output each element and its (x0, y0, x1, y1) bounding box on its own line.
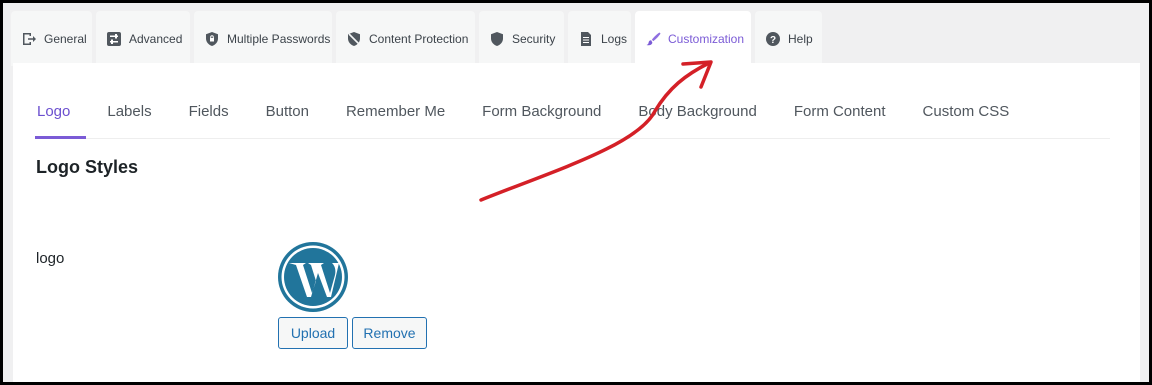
subtab-labels[interactable]: Labels (107, 93, 151, 139)
remove-button[interactable]: Remove (352, 317, 427, 349)
tab-content-protection-label: Content Protection (369, 31, 469, 46)
tab-logs[interactable]: Logs (568, 11, 631, 66)
customization-panel: Logo Labels Fields Button Remember Me Fo… (13, 63, 1140, 382)
upload-button[interactable]: Upload (278, 317, 348, 349)
tab-multiple-passwords[interactable]: Multiple Passwords (194, 11, 332, 66)
sub-tabs: Logo Labels Fields Button Remember Me Fo… (35, 93, 1110, 139)
tab-general[interactable]: General (11, 11, 92, 66)
screenshot-frame: General Advanced Multiple Passwords Cont… (0, 0, 1152, 385)
section-title: Logo Styles (36, 157, 139, 177)
tab-help-label: Help (788, 31, 813, 46)
tab-content-protection[interactable]: Content Protection (336, 11, 475, 66)
top-tabs: General Advanced Multiple Passwords Cont… (11, 11, 822, 67)
subtab-form-background[interactable]: Form Background (482, 93, 601, 139)
subtab-form-content[interactable]: Form Content (794, 93, 886, 139)
subtab-logo[interactable]: Logo (35, 93, 87, 139)
tab-security[interactable]: Security (479, 11, 564, 66)
logo-preview (277, 241, 349, 313)
tab-security-label: Security (512, 31, 556, 46)
subtab-button[interactable]: Button (266, 93, 309, 139)
tab-logs-label: Logs (601, 31, 628, 46)
brush-icon (645, 31, 661, 47)
tab-advanced[interactable]: Advanced (96, 11, 190, 66)
tab-multiple-passwords-label: Multiple Passwords (227, 31, 331, 46)
shield-slash-icon (346, 31, 362, 47)
exit-icon (21, 31, 37, 47)
question-icon: ? (765, 31, 781, 47)
tab-general-label: General (44, 31, 87, 46)
tab-customization-label: Customization (668, 31, 745, 46)
subtab-body-background[interactable]: Body Background (638, 93, 756, 139)
tab-customization[interactable]: Customization (635, 11, 751, 66)
subtab-fields[interactable]: Fields (189, 93, 229, 139)
document-icon (578, 31, 594, 47)
subtab-custom-css[interactable]: Custom CSS (923, 93, 1010, 139)
wordpress-logo-icon (278, 242, 348, 312)
logo-field-label: logo (36, 250, 65, 267)
shield-icon (489, 31, 505, 47)
svg-text:?: ? (770, 35, 776, 46)
tab-advanced-label: Advanced (129, 31, 183, 46)
shield-icon (204, 31, 220, 47)
subtab-remember-me[interactable]: Remember Me (346, 93, 445, 139)
sliders-icon (106, 31, 122, 47)
tab-help[interactable]: ? Help (755, 11, 822, 66)
